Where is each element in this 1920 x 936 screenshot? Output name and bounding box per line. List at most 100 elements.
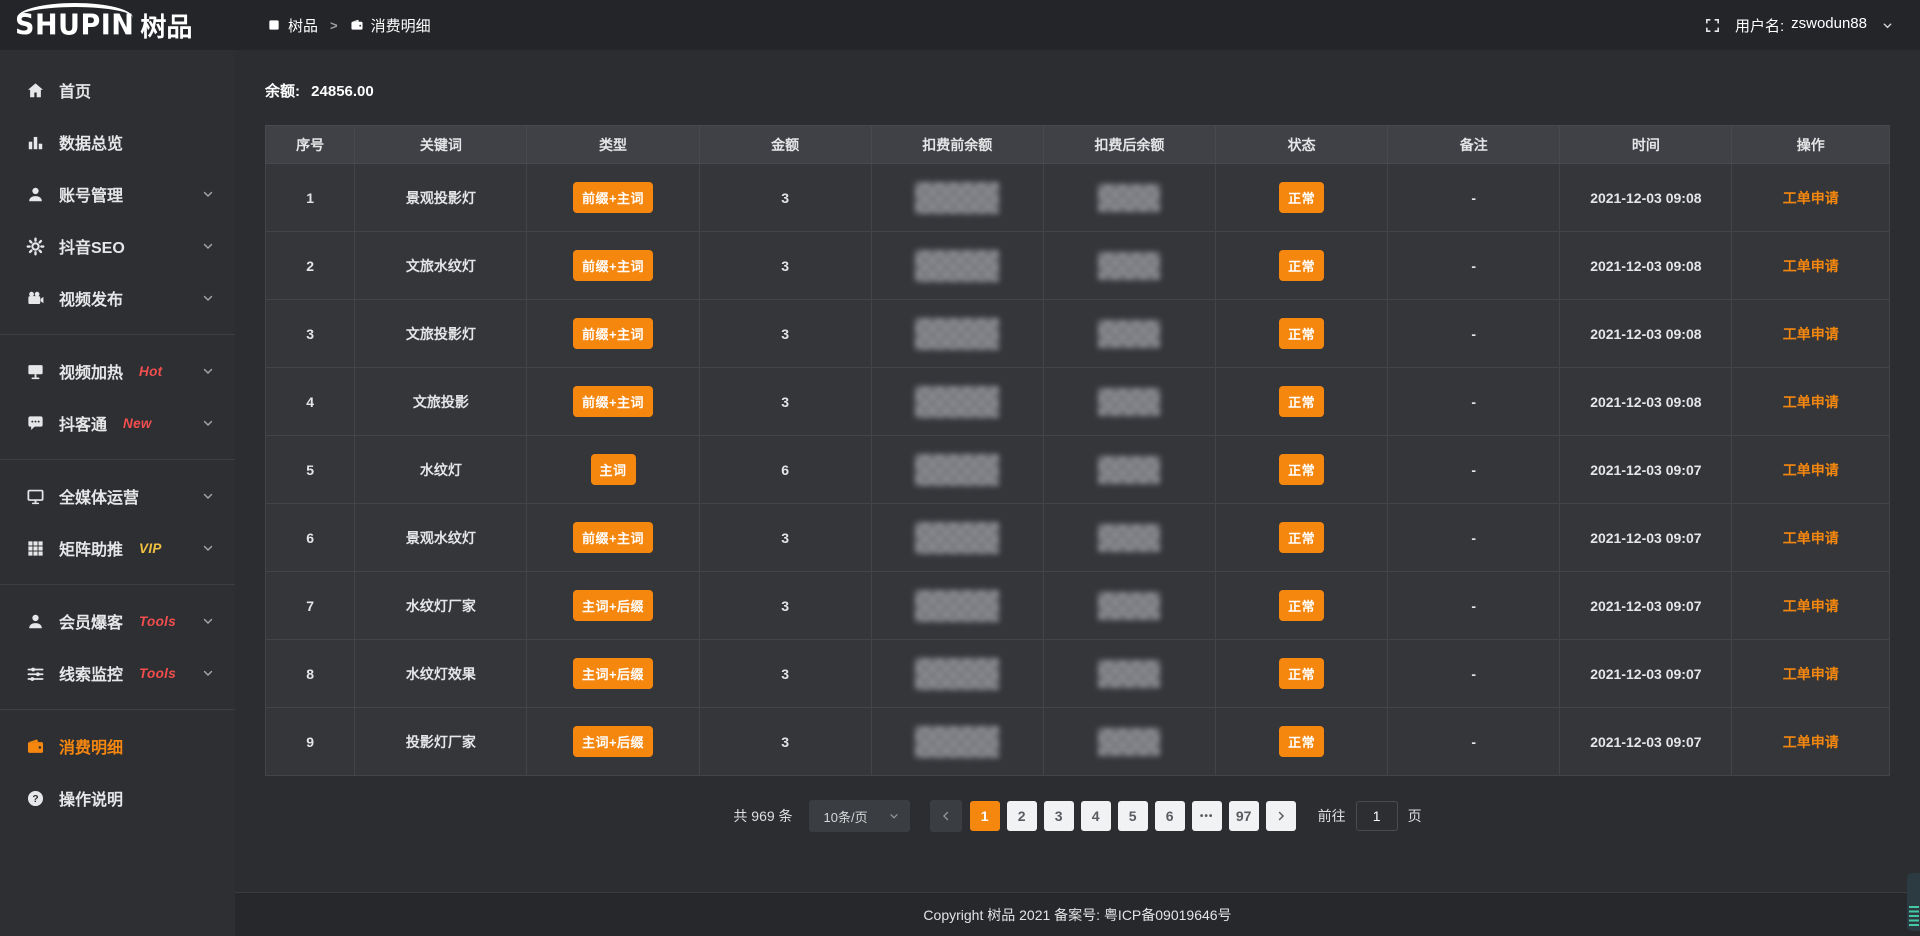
ticket-request-link[interactable]: 工单申请 — [1783, 734, 1839, 750]
cell-amount: 6 — [699, 436, 871, 504]
cell-post-balance — [1043, 436, 1215, 504]
user-menu-chevron-down-icon[interactable] — [1881, 19, 1894, 32]
masked-value — [915, 250, 999, 282]
ticket-request-link[interactable]: 工单申请 — [1783, 666, 1839, 682]
brand-logo[interactable]: SHUPIN 树品 — [0, 0, 235, 50]
cell-keyword: 水纹灯厂家 — [355, 572, 527, 640]
status-badge: 正常 — [1279, 250, 1324, 281]
cell-post-balance — [1043, 300, 1215, 368]
ticket-request-link[interactable]: 工单申请 — [1783, 530, 1839, 546]
status-badge: 正常 — [1279, 454, 1324, 485]
ticket-request-link[interactable]: 工单申请 — [1783, 598, 1839, 614]
column-header: 类型 — [527, 126, 699, 164]
cell-action: 工单申请 — [1732, 300, 1890, 368]
sidebar-item-label: 全媒体运营 — [59, 484, 139, 508]
sidebar-item-label: 抖客通 — [59, 411, 107, 435]
breadcrumb-item-0[interactable]: 树品 — [267, 15, 318, 36]
sidebar-item-lead-monitor[interactable]: 线索监控Tools — [0, 647, 235, 699]
cell-action: 工单申请 — [1732, 640, 1890, 708]
monitor-icon — [26, 487, 45, 506]
breadcrumb-item-1[interactable]: 消费明细 — [350, 15, 431, 36]
column-header: 时间 — [1560, 126, 1732, 164]
cell-status: 正常 — [1216, 572, 1388, 640]
ticket-request-link[interactable]: 工单申请 — [1783, 462, 1839, 478]
next-page-button[interactable] — [1266, 801, 1296, 831]
sidebar-item-member-burst[interactable]: 会员爆客Tools — [0, 595, 235, 647]
sidebar-item-video-heating[interactable]: 视频加热Hot — [0, 345, 235, 397]
page-size-select[interactable]: 10条/页 — [809, 800, 910, 832]
table-row: 3文旅投影灯前缀+主词3正常-2021-12-03 09:08工单申请 — [266, 300, 1890, 368]
masked-value — [915, 182, 999, 214]
cell-amount: 3 — [699, 232, 871, 300]
ticket-request-link[interactable]: 工单申请 — [1783, 326, 1839, 342]
cell-time: 2021-12-03 09:08 — [1560, 300, 1732, 368]
goto-page-input[interactable] — [1356, 801, 1398, 831]
cell-pre-balance — [871, 368, 1043, 436]
page-button-5[interactable]: 5 — [1118, 801, 1148, 831]
main-content: 余额: 24856.00 序号关键词类型金额扣费前余额扣费后余额状态备注时间操作… — [235, 50, 1920, 892]
column-header: 操作 — [1732, 126, 1890, 164]
consumption-table: 序号关键词类型金额扣费前余额扣费后余额状态备注时间操作 1景观投影灯前缀+主词3… — [265, 125, 1890, 776]
cell-status: 正常 — [1216, 368, 1388, 436]
sidebar-item-label: 视频发布 — [59, 286, 123, 310]
column-header: 扣费前余额 — [871, 126, 1043, 164]
sidebar-divider — [0, 709, 235, 710]
type-badge: 前缀+主词 — [573, 522, 653, 553]
masked-value — [915, 658, 999, 690]
masked-value — [1098, 660, 1160, 688]
cell-type: 主词+后缀 — [527, 640, 699, 708]
sidebar-item-label: 账号管理 — [59, 182, 123, 206]
status-badge: 正常 — [1279, 386, 1324, 417]
sidebar-item-operation-guide[interactable]: ?操作说明 — [0, 772, 235, 824]
cell-time: 2021-12-03 09:07 — [1560, 708, 1732, 776]
type-badge: 前缀+主词 — [573, 182, 653, 213]
username-label: 用户名: — [1735, 15, 1784, 36]
sidebar-item-label: 消费明细 — [59, 734, 123, 758]
sidebar-item-matrix-boost[interactable]: 矩阵助推VIP — [0, 522, 235, 574]
sidebar-item-consumption-detail[interactable]: 消费明细 — [0, 720, 235, 772]
type-badge: 主词+后缀 — [573, 726, 653, 757]
table-row: 6景观水纹灯前缀+主词3正常-2021-12-03 09:07工单申请 — [266, 504, 1890, 572]
breadcrumb: 树品>消费明细 — [267, 15, 1704, 36]
cell-action: 工单申请 — [1732, 164, 1890, 232]
sidebar-item-omni-media-operation[interactable]: 全媒体运营 — [0, 470, 235, 522]
sidebar-item-douketong[interactable]: 抖客通New — [0, 397, 235, 449]
page-button-1[interactable]: 1 — [970, 801, 1000, 831]
user-menu[interactable]: 用户名: zswodun88 — [1735, 15, 1867, 36]
sidebar-item-data-overview[interactable]: 数据总览 — [0, 116, 235, 168]
goto-label: 前往 — [1318, 806, 1346, 826]
page-button-6[interactable]: 6 — [1155, 801, 1185, 831]
page-button-3[interactable]: 3 — [1044, 801, 1074, 831]
cell-keyword: 文旅投影灯 — [355, 300, 527, 368]
prev-page-button[interactable] — [930, 800, 962, 832]
sidebar-item-video-publish[interactable]: 视频发布 — [0, 272, 235, 324]
page-button-2[interactable]: 2 — [1007, 801, 1037, 831]
page-button-97[interactable]: 97 — [1229, 801, 1259, 831]
cell-status: 正常 — [1216, 640, 1388, 708]
fullscreen-icon[interactable] — [1704, 17, 1721, 34]
cell-type: 前缀+主词 — [527, 368, 699, 436]
cell-amount: 3 — [699, 504, 871, 572]
cell-index: 3 — [266, 300, 355, 368]
ticket-request-link[interactable]: 工单申请 — [1783, 258, 1839, 274]
cell-pre-balance — [871, 572, 1043, 640]
table-row: 5水纹灯主词6正常-2021-12-03 09:07工单申请 — [266, 436, 1890, 504]
question-icon: ? — [26, 789, 45, 808]
ticket-request-link[interactable]: 工单申请 — [1783, 394, 1839, 410]
cell-note: - — [1388, 572, 1560, 640]
sidebar-item-home[interactable]: 首页 — [0, 64, 235, 116]
cell-pre-balance — [871, 232, 1043, 300]
cell-action: 工单申请 — [1732, 232, 1890, 300]
more-pages-button[interactable]: ••• — [1192, 801, 1222, 831]
sidebar-item-label: 矩阵助推 — [59, 536, 123, 560]
sidebar-item-douyin-seo[interactable]: 抖音SEO — [0, 220, 235, 272]
type-badge: 主词 — [591, 454, 636, 485]
chevron-down-icon — [201, 416, 215, 430]
sidebar-item-account-management[interactable]: 账号管理 — [0, 168, 235, 220]
cell-time: 2021-12-03 09:07 — [1560, 640, 1732, 708]
brand-name-en: SHUPIN — [15, 9, 134, 42]
username-value: zswodun88 — [1791, 15, 1867, 36]
page-button-4[interactable]: 4 — [1081, 801, 1111, 831]
ticket-request-link[interactable]: 工单申请 — [1783, 190, 1839, 206]
corner-widget[interactable] — [1907, 873, 1920, 931]
